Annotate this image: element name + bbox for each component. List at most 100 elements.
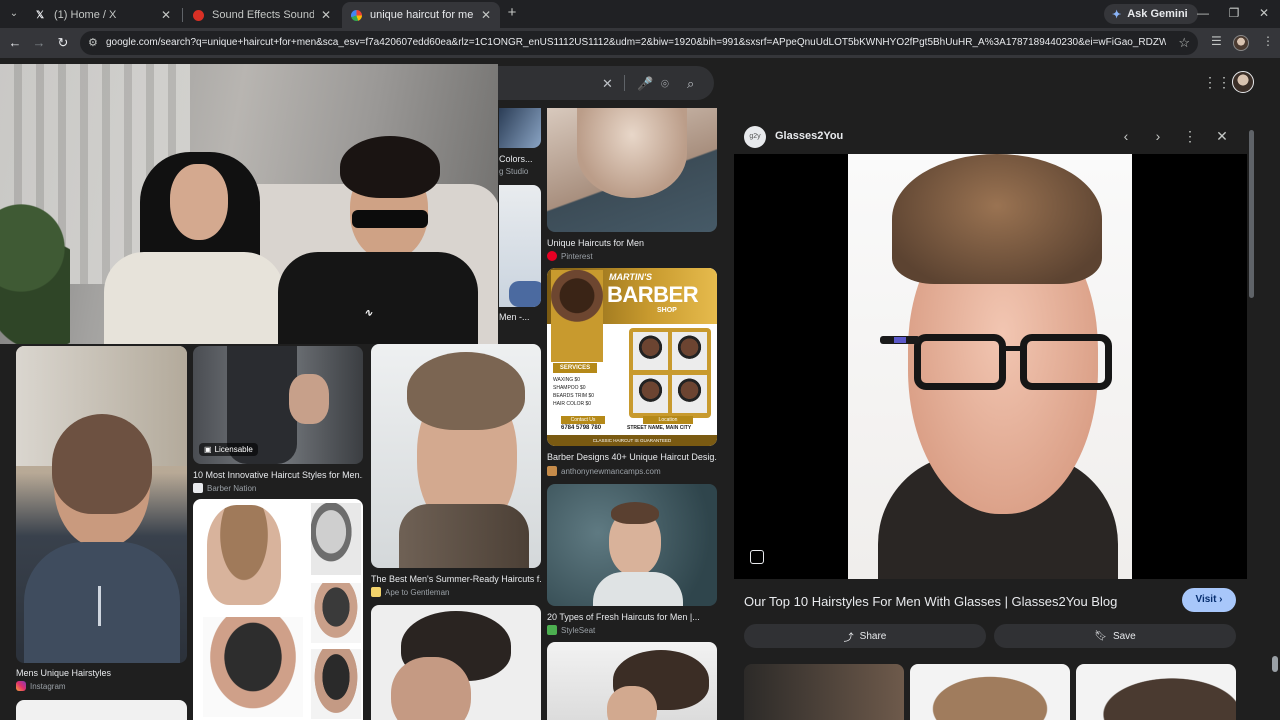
result-thumbnail[interactable] xyxy=(371,605,541,720)
lens-search-icon[interactable]: ⌾ xyxy=(661,76,669,92)
close-icon[interactable]: ✕ xyxy=(480,8,492,22)
close-preview-icon[interactable]: ✕ xyxy=(1214,128,1230,145)
chrome-menu-icon[interactable]: ⋮ xyxy=(1262,34,1274,48)
share-button[interactable]: ⤴ Share xyxy=(744,624,986,648)
result-thumbnail[interactable]: ▣ Licensable xyxy=(193,346,363,464)
result-card[interactable]: The Best Men's Summer-Ready Haircuts f..… xyxy=(371,344,541,597)
poster-brand: MARTIN'S xyxy=(609,272,652,282)
poster-location-label: Location xyxy=(643,416,693,424)
shirt-shape xyxy=(24,542,180,663)
glasses-lens xyxy=(914,334,1006,390)
related-image[interactable] xyxy=(910,664,1070,720)
restore-icon[interactable]: ❐ xyxy=(1226,6,1242,20)
result-card[interactable]: ▣ Licensable 10 Most Innovative Haircut S… xyxy=(193,346,363,493)
tab-title: (1) Home / X xyxy=(54,9,117,21)
google-apps-icon[interactable]: ⋮⋮ xyxy=(1203,74,1231,90)
result-thumbnail[interactable] xyxy=(547,108,717,232)
ask-gemini-button[interactable]: ✦ Ask Gemini xyxy=(1104,4,1198,24)
page-scrollbar-thumb[interactable] xyxy=(1272,656,1278,672)
clear-search-icon[interactable]: ✕ xyxy=(602,76,613,92)
site-info-icon[interactable]: ⚙ xyxy=(88,36,98,49)
lens-search-icon[interactable] xyxy=(750,550,764,564)
gemini-label: Ask Gemini xyxy=(1127,8,1188,20)
poster-service-item: WAXING $0 xyxy=(553,377,581,383)
result-card[interactable] xyxy=(371,605,541,720)
poster-address: STREET NAME, MAIN CITY xyxy=(627,425,692,431)
address-bar[interactable]: ⚙ google.com/search?q=unique+haircut+for… xyxy=(80,31,1198,55)
result-card[interactable]: Men -... xyxy=(499,185,541,325)
tab-google-search[interactable]: unique haircut for men - Googl ✕ xyxy=(342,2,500,28)
poster-title: BARBER xyxy=(607,282,699,307)
result-thumbnail[interactable] xyxy=(16,700,187,720)
voice-search-icon[interactable]: 🎤 xyxy=(637,76,653,92)
related-image[interactable] xyxy=(1076,664,1236,720)
preview-scrollbar[interactable] xyxy=(1249,130,1254,298)
url-text[interactable]: google.com/search?q=unique+haircut+for+m… xyxy=(106,37,1166,48)
poster-service-item: SHAMPOO $0 xyxy=(553,385,586,391)
preview-title[interactable]: Our Top 10 Hairstyles For Men With Glass… xyxy=(744,594,1117,609)
save-button[interactable]: 🔖︎ Save xyxy=(994,624,1236,648)
result-thumbnail[interactable] xyxy=(371,344,541,568)
result-caption[interactable]: Colors... xyxy=(499,154,533,164)
site-favicon-icon xyxy=(371,587,381,597)
licensable-badge[interactable]: ▣ Licensable xyxy=(199,443,258,456)
result-card[interactable] xyxy=(16,700,187,720)
page-scrollbar[interactable] xyxy=(1270,58,1280,720)
site-favicon-icon xyxy=(193,483,203,493)
result-card[interactable]: Colors... g Studio xyxy=(499,108,541,180)
result-card[interactable]: Mens Unique Hairstyles Instagram xyxy=(16,346,187,691)
result-caption[interactable]: Unique Haircuts for Men xyxy=(547,238,644,248)
more-options-icon[interactable]: ⋮ xyxy=(1182,128,1198,145)
next-chevron-icon[interactable]: › xyxy=(1150,128,1166,144)
result-card[interactable]: Unique Haircuts for Men Pinterest xyxy=(547,108,717,261)
preview-image[interactable] xyxy=(734,154,1247,579)
result-caption[interactable]: 20 Types of Fresh Haircuts for Men |... xyxy=(547,612,700,622)
tab-search-chevron-icon[interactable]: ⌄ xyxy=(6,6,22,22)
license-icon: ▣ xyxy=(204,445,212,454)
result-card[interactable] xyxy=(193,499,363,720)
previous-chevron-icon[interactable]: ‹ xyxy=(1118,128,1134,144)
styleseat-icon xyxy=(547,625,557,635)
result-source: StyleSeat xyxy=(547,625,595,635)
result-thumbnail[interactable] xyxy=(499,185,541,307)
site-logo-icon[interactable]: g2y xyxy=(744,126,766,148)
result-card[interactable] xyxy=(547,642,717,720)
hand-shape xyxy=(289,374,329,424)
close-icon[interactable]: ✕ xyxy=(160,8,172,22)
preview-site-name[interactable]: Glasses2You xyxy=(775,130,843,142)
result-thumbnail[interactable]: MARTIN'S BARBER SHOP SERVICES WAXING $0 … xyxy=(547,268,717,446)
result-thumbnail[interactable] xyxy=(16,346,187,663)
back-arrow-icon[interactable]: ← xyxy=(7,35,23,51)
result-thumbnail[interactable] xyxy=(547,484,717,606)
tab-soundboard[interactable]: Sound Effects Soundboard - Ca ✕ xyxy=(184,2,340,28)
bookmark-star-icon[interactable]: ☆ xyxy=(1178,35,1190,51)
result-source: g Studio xyxy=(499,167,528,176)
result-caption[interactable]: Barber Designs 40+ Unique Haircut Desig.… xyxy=(547,452,717,462)
reload-icon[interactable]: ↻ xyxy=(55,35,71,51)
new-tab-button[interactable]: + xyxy=(504,5,520,21)
result-thumbnail[interactable] xyxy=(193,499,363,720)
result-thumbnail[interactable] xyxy=(499,108,541,148)
result-caption[interactable]: 10 Most Innovative Haircut Styles for Me… xyxy=(193,470,363,480)
result-caption[interactable]: Men -... xyxy=(499,312,530,322)
result-caption[interactable]: The Best Men's Summer-Ready Haircuts f..… xyxy=(371,574,541,584)
result-source: Instagram xyxy=(16,681,66,691)
result-card[interactable]: 20 Types of Fresh Haircuts for Men |... … xyxy=(547,484,717,635)
visit-button[interactable]: Visit › xyxy=(1182,588,1236,612)
account-avatar[interactable] xyxy=(1232,71,1254,93)
result-card[interactable]: MARTIN'S BARBER SHOP SERVICES WAXING $0 … xyxy=(547,268,717,478)
search-icon[interactable]: ⌕ xyxy=(687,76,694,92)
close-icon[interactable]: ✕ xyxy=(320,8,332,22)
forward-arrow-icon[interactable]: → xyxy=(31,35,47,51)
profile-avatar[interactable] xyxy=(1233,35,1249,51)
search-box[interactable]: ✕ 🎤 ⌾ ⌕ xyxy=(480,66,714,100)
poster-photo xyxy=(633,375,668,413)
related-image[interactable] xyxy=(744,664,904,720)
result-caption[interactable]: Mens Unique Hairstyles xyxy=(16,668,111,678)
poster-subtitle: SHOP xyxy=(657,307,677,314)
minimize-icon[interactable]: — xyxy=(1195,6,1211,20)
window-close-icon[interactable]: ✕ xyxy=(1256,6,1272,20)
tab-menu-icon[interactable]: ☰ xyxy=(1211,34,1222,48)
tab-x-home[interactable]: 𝕏 (1) Home / X ✕ xyxy=(26,2,180,28)
result-thumbnail[interactable] xyxy=(547,642,717,720)
